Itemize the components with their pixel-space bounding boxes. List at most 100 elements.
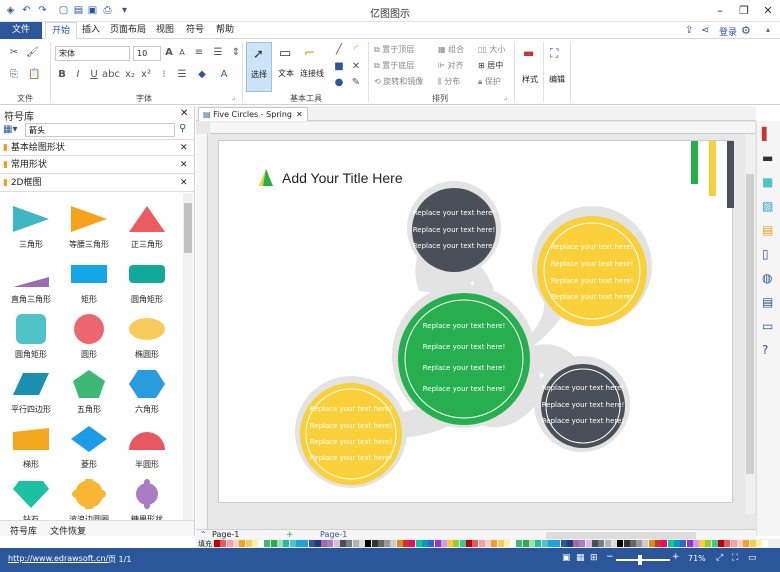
superscript-icon[interactable]: x² [140,69,152,81]
palette-swatch[interactable] [327,540,334,547]
shape-item[interactable]: 正三角形 [118,198,176,254]
zoom-slider-thumb[interactable] [638,555,642,565]
shadow-icon[interactable]: ■ [762,175,773,189]
protect-button[interactable]: 🔒︎ 保护 [478,76,501,87]
cross-icon[interactable]: ✕ [350,61,362,73]
palette-swatch[interactable] [340,540,346,547]
palette-swatch[interactable] [497,540,504,547]
tab-view[interactable]: 视图 [152,22,178,39]
document-icon[interactable]: ▤ [762,295,773,309]
fill-icon[interactable]: ▌ [762,127,771,141]
circle-text[interactable]: Replace your text here! [310,454,393,462]
view-grid-icon[interactable]: ▦ [576,553,585,563]
palette-swatch[interactable] [566,540,573,547]
palette-swatch[interactable] [623,540,630,547]
palette-swatch[interactable] [384,540,391,547]
palette-swatch[interactable] [547,540,554,547]
help-icon[interactable]: ? [762,343,768,357]
library-scrollbar[interactable] [183,193,193,523]
search-icon[interactable]: ⚲ [179,123,186,134]
palette-swatch[interactable] [686,540,693,547]
diagram-title[interactable]: Add Your Title Here [282,170,403,186]
circle-text[interactable]: Replace your text here! [551,277,634,285]
bold-icon[interactable]: B [56,69,68,81]
palette-swatch[interactable] [724,540,731,547]
close-button[interactable]: ✕ [756,2,780,20]
palette-swatch[interactable] [264,540,271,547]
palette-swatch[interactable] [277,540,283,547]
palette-swatch[interactable] [289,540,296,547]
tab-insert[interactable]: 插入 [78,22,104,39]
palette-swatch[interactable] [636,540,643,547]
palette-swatch[interactable] [516,540,523,547]
scrollbar-thumb[interactable] [746,174,754,474]
palette-swatch[interactable] [440,540,447,547]
maximize-button[interactable]: ❐ [732,2,756,20]
circle-bottom-right-dark[interactable]: Replace your text here! Replace your tex… [541,364,625,448]
palette-swatch[interactable] [705,540,712,547]
shape-item[interactable]: 圆角矩形 [2,308,60,364]
palette-swatch[interactable] [333,540,340,547]
strikethrough-icon[interactable]: abc [102,69,120,81]
circle-bottom-left-yellow[interactable]: Replace your text here! Replace your tex… [300,383,402,485]
palette-swatch[interactable] [239,540,246,547]
palette-swatch[interactable] [573,540,580,547]
arc-icon[interactable]: ◜ [350,44,362,56]
circle-text[interactable]: Replace your text here! [542,401,625,409]
page-nav-icon[interactable]: ⌃ [200,530,207,539]
palette-swatch[interactable] [510,540,517,547]
fit-width-icon[interactable]: ⤢ [716,553,723,563]
category-2d-blocks[interactable]: ▮ 2D框图 ✕ [0,175,194,192]
login-link[interactable]: 登录 [719,25,737,38]
share-icon[interactable]: ⇪ [685,25,693,36]
canvas-horizontal-scrollbar[interactable] [546,532,696,539]
globe-icon[interactable]: ◍ [762,271,772,285]
palette-swatch[interactable] [453,540,460,547]
distribute-button[interactable]: ⫼ 分布 [438,76,460,87]
comment-icon[interactable]: ▭ [762,319,773,333]
rectangle-icon[interactable]: ■ [333,61,345,73]
shape-item[interactable]: 圆形 [60,308,118,364]
shape-item[interactable]: 等腰三角形 [60,198,118,254]
palette-swatch[interactable] [283,540,290,547]
circle-text[interactable]: Replace your text here! [542,384,625,392]
palette-swatch[interactable] [736,540,743,547]
tab-library[interactable]: 符号库 [10,524,37,537]
bullet-list-icon[interactable]: ⁝ [158,69,170,81]
palette-swatch[interactable] [667,540,674,547]
zoom-out-button[interactable]: − [606,552,614,562]
page-select[interactable]: Page-1 [212,530,239,539]
image-icon[interactable]: ▨ [762,199,773,213]
palette-swatch[interactable] [529,540,535,547]
drawing-page[interactable]: Replace your text here! Replace your tex… [218,140,734,503]
circle-text[interactable]: Replace your text here! [310,438,393,446]
rotate-button[interactable]: ⟲ 旋转和镜像 [374,76,423,87]
tab-page-layout[interactable]: 页面布局 [108,22,148,39]
palette-swatch[interactable] [730,540,737,547]
view-normal-icon[interactable]: ▣ [562,553,571,563]
palette-swatch[interactable] [629,540,636,547]
select-tool-button[interactable]: ➚ 选择 [246,42,272,92]
palette-swatch[interactable] [673,540,680,547]
palette-swatch[interactable] [491,540,498,547]
palette-swatch[interactable] [484,540,491,547]
category-common-shapes[interactable]: ▮ 常用形状 ✕ [0,157,194,174]
palette-swatch[interactable] [592,540,598,547]
palette-swatch[interactable] [522,540,529,547]
connector-tool-button[interactable]: ⌐ 连接线 [298,42,326,92]
send-back-button[interactable]: ⧉ 置于底层 [374,60,414,71]
palette-swatch[interactable] [466,540,472,547]
shape-item[interactable]: 圆角矩形 [118,253,176,309]
palette-swatch[interactable] [371,540,378,547]
shape-item[interactable]: 直角三角形 [2,253,60,309]
palette-swatch[interactable] [403,540,409,547]
minimize-button[interactable]: – [708,2,732,20]
library-search-input[interactable] [25,123,175,137]
palette-swatch[interactable] [232,540,239,547]
circle-text[interactable]: Replace your text here! [423,364,506,372]
palette-swatch[interactable] [554,540,561,547]
circle-text[interactable]: Replace your text here! [310,422,393,430]
zoom-slider[interactable] [616,559,670,561]
palette-swatch[interactable] [390,540,397,547]
palette-swatch[interactable] [428,540,435,547]
